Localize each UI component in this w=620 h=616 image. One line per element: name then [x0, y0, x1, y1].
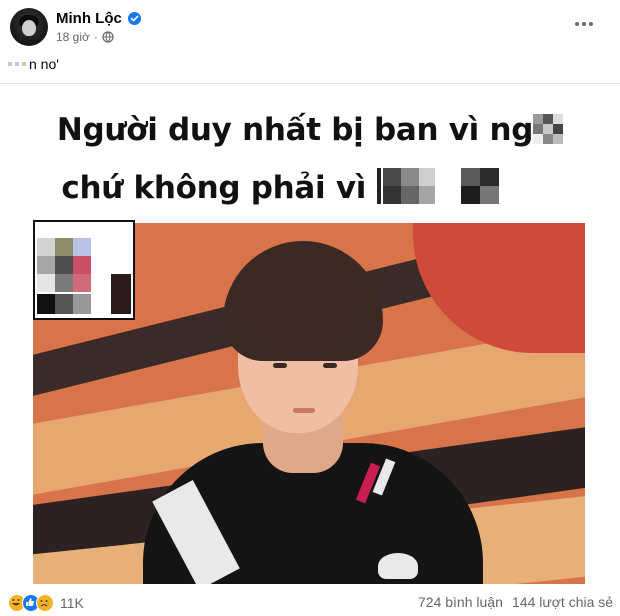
censored-pixel-block — [33, 220, 135, 320]
jersey-logo — [378, 553, 418, 579]
reaction-count[interactable]: 11K — [60, 595, 84, 611]
dot-icon — [575, 22, 579, 26]
image-headline-line1: Người duy nhất bị ban vì ng — [0, 112, 620, 148]
author-name[interactable]: Minh Lộc — [56, 10, 122, 27]
facebook-post-card: Minh Lộc 18 giờ · n no' Người duy nhất b… — [0, 0, 620, 616]
censored-pixel-block — [460, 168, 499, 204]
verified-badge-icon — [127, 12, 141, 25]
player-hair — [223, 241, 383, 361]
author-name-row: Minh Lộc — [56, 10, 141, 27]
sad-icon — [36, 594, 54, 612]
more-options-button[interactable] — [570, 14, 598, 34]
image-headline-line2: chứ không phải vì — [0, 168, 590, 206]
shares-count-link[interactable]: 144 lượt chia sẻ — [512, 594, 613, 610]
censored-pixel-block — [376, 168, 435, 204]
reaction-summary[interactable]: 11K — [8, 594, 84, 612]
post-caption: n no' — [8, 56, 59, 72]
censored-pixel-block — [533, 114, 564, 144]
dot-icon — [589, 22, 593, 26]
censored-pixel — [15, 62, 19, 66]
caption-text: n no' — [29, 56, 59, 72]
censored-pixel — [8, 62, 12, 66]
post-image[interactable]: Người duy nhất bị ban vì ng chứ không ph… — [0, 84, 620, 584]
dot-icon — [582, 22, 586, 26]
comments-count-link[interactable]: 724 bình luận — [418, 594, 503, 610]
post-meta: 18 giờ · — [56, 30, 114, 44]
post-time[interactable]: 18 giờ — [56, 30, 90, 44]
globe-icon — [102, 31, 114, 43]
censored-pixel — [22, 62, 26, 66]
author-avatar[interactable] — [10, 8, 48, 46]
